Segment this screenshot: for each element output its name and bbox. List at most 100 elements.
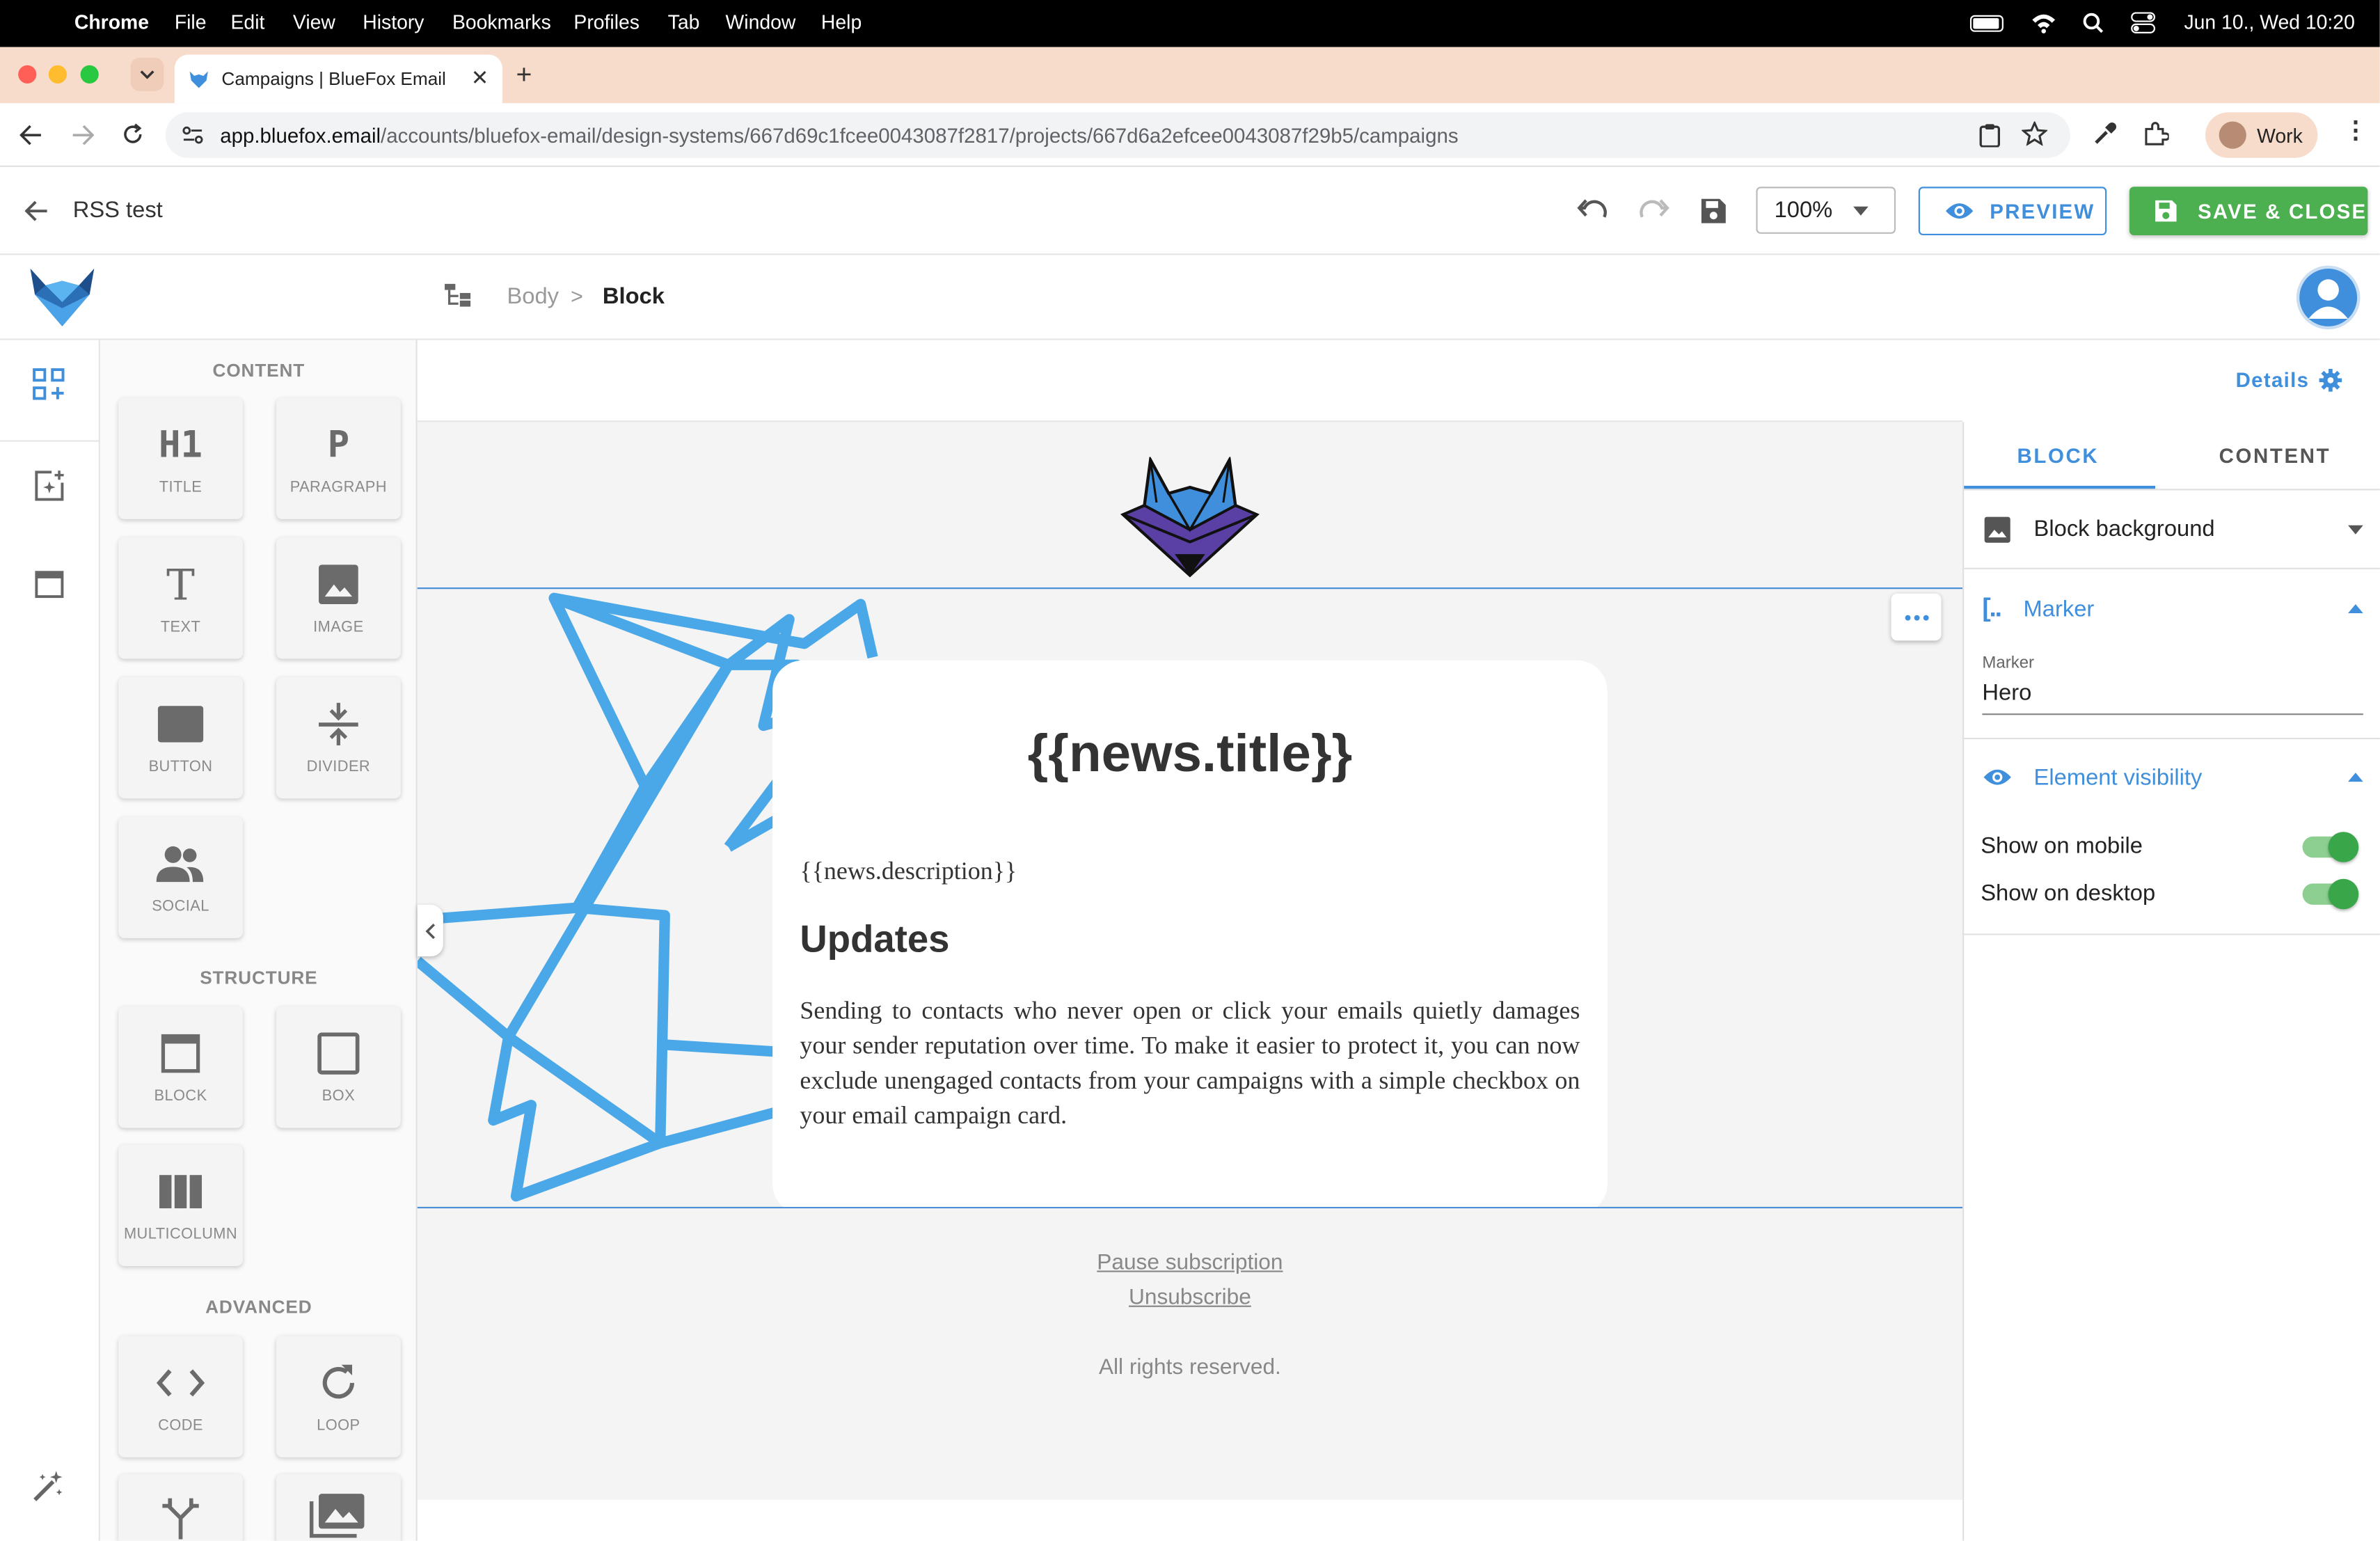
palette-block[interactable]: BLOCK <box>118 1006 243 1128</box>
bluefox-logo-icon[interactable] <box>27 266 97 330</box>
wifi-icon[interactable] <box>2031 12 2056 33</box>
box-icon <box>276 1031 401 1076</box>
save-and-close-button[interactable]: SAVE & CLOSE <box>2129 187 2368 236</box>
extensions-icon[interactable] <box>2143 121 2169 147</box>
palette-loop[interactable]: LOOP <box>276 1336 401 1457</box>
block-more-actions-button[interactable] <box>1891 593 1942 641</box>
palette-branch[interactable] <box>118 1473 243 1541</box>
tab-search-button[interactable] <box>130 57 164 91</box>
preview-button[interactable]: PREVIEW <box>1918 187 2107 236</box>
palette-social[interactable]: SOCIAL <box>118 816 243 938</box>
hero-block-selected[interactable]: {{news.title}} {{news.description}} Upda… <box>417 587 1963 1209</box>
news-description-placeholder[interactable]: {{news.description}} <box>800 856 1017 887</box>
tab-close-icon[interactable]: ✕ <box>471 65 489 91</box>
address-bar[interactable]: app.bluefox.email/accounts/bluefox-email… <box>165 112 2070 158</box>
menu-bookmarks[interactable]: Bookmarks <box>452 10 551 33</box>
content-section-title: CONTENT <box>212 359 306 381</box>
hero-content-card[interactable]: {{news.title}} {{news.description}} Upda… <box>772 660 1608 1207</box>
bookmark-star-icon[interactable] <box>2022 121 2048 146</box>
element-visibility-accordion[interactable]: Element visibility <box>1964 739 2380 815</box>
back-arrow-icon[interactable] <box>24 200 49 222</box>
magic-wand-icon[interactable] <box>32 1469 65 1503</box>
pause-subscription-link[interactable]: Pause subscription <box>418 1251 1962 1275</box>
menu-app-name[interactable]: Chrome <box>74 10 149 33</box>
palette-text-label: TEXT <box>160 619 201 636</box>
add-elements-icon[interactable] <box>32 368 65 401</box>
window-zoom-button[interactable] <box>80 65 99 84</box>
breadcrumb-body[interactable]: Body <box>507 284 559 310</box>
menu-file[interactable]: File <box>175 10 207 33</box>
site-info-icon[interactable] <box>182 126 204 144</box>
visibility-section-label: Element visibility <box>2033 764 2203 791</box>
unsubscribe-link[interactable]: Unsubscribe <box>418 1286 1962 1310</box>
undo-icon[interactable] <box>1577 198 1608 223</box>
reload-icon[interactable] <box>121 123 144 146</box>
template-frame-icon[interactable] <box>35 571 64 599</box>
editor-subheader <box>0 255 2380 340</box>
control-center-icon[interactable] <box>2131 12 2156 33</box>
saved-blocks-icon[interactable] <box>33 469 65 503</box>
menu-view[interactable]: View <box>293 10 335 33</box>
user-avatar[interactable] <box>2296 265 2361 330</box>
caret-up-icon <box>2348 773 2363 782</box>
palette-title[interactable]: H1 TITLE <box>118 397 243 519</box>
back-arrow-icon[interactable] <box>19 125 42 146</box>
menu-window[interactable]: Window <box>726 10 796 33</box>
bluefox-favicon-icon <box>189 70 208 88</box>
menu-edit[interactable]: Edit <box>231 10 265 33</box>
details-button[interactable]: Details <box>2236 368 2343 392</box>
palette-text[interactable]: T TEXT <box>118 537 243 659</box>
show-on-mobile-toggle[interactable] <box>2302 832 2359 862</box>
marker-accordion[interactable]: [.. Marker <box>1964 571 2380 647</box>
palette-button[interactable]: BUTTON <box>118 677 243 799</box>
save-icon[interactable] <box>1700 198 1727 225</box>
zoom-select[interactable]: 100% <box>1756 187 1896 234</box>
canvas-toolbar <box>417 340 1963 422</box>
clipboard-icon[interactable] <box>1979 123 2001 148</box>
palette-multicolumn[interactable]: MULTICOLUMN <box>118 1144 243 1266</box>
dropdown-arrow-icon <box>1853 206 1869 216</box>
inspector-panel: BLOCK CONTENT Block background [.. Marke… <box>1962 422 2380 1541</box>
palette-box-label: BOX <box>322 1088 356 1105</box>
collapse-palette-button[interactable] <box>417 904 443 957</box>
palette-paragraph[interactable]: P PARAGRAPH <box>276 397 401 519</box>
layer-tree-icon[interactable] <box>443 283 472 310</box>
palette-social-label: SOCIAL <box>152 899 209 916</box>
menubar-clock[interactable]: Jun 10., Wed 10:20 <box>2184 10 2354 33</box>
palette-box[interactable]: BOX <box>276 1006 401 1128</box>
new-tab-button[interactable]: + <box>516 59 532 91</box>
breadcrumb-block: Block <box>602 283 665 310</box>
window-minimize-button[interactable] <box>48 65 67 84</box>
redo-icon[interactable] <box>1639 198 1669 223</box>
menu-profiles[interactable]: Profiles <box>573 10 640 33</box>
browser-tab-active[interactable]: Campaigns | BlueFox Email ✕ <box>174 54 502 104</box>
image-icon <box>276 562 401 607</box>
save-close-label: SAVE & CLOSE <box>2198 199 2367 223</box>
window-close-button[interactable] <box>18 65 37 84</box>
block-background-accordion[interactable]: Block background <box>1964 490 2380 569</box>
palette-gallery[interactable] <box>276 1473 401 1541</box>
block-background-label: Block background <box>2033 516 2215 542</box>
menu-help[interactable]: Help <box>821 10 862 33</box>
battery-icon[interactable] <box>1969 15 2004 32</box>
updates-body-text[interactable]: Sending to contacts who never open or cl… <box>800 993 1580 1132</box>
browser-menu-icon[interactable]: ⋮ <box>2343 119 2367 144</box>
menu-tab[interactable]: Tab <box>668 10 700 33</box>
show-on-desktop-toggle[interactable] <box>2302 878 2359 910</box>
forward-arrow-icon[interactable] <box>72 125 95 146</box>
updates-heading[interactable]: Updates <box>800 919 949 963</box>
spotlight-search-icon[interactable] <box>2082 12 2104 33</box>
email-logo-icon[interactable] <box>1120 457 1260 578</box>
palette-divider[interactable]: DIVIDER <box>276 677 401 799</box>
news-title-placeholder[interactable]: {{news.title}} <box>772 724 1608 784</box>
profile-chip[interactable]: Work <box>2205 112 2318 158</box>
palette-code[interactable]: CODE <box>118 1336 243 1457</box>
eyedropper-icon[interactable] <box>2091 121 2117 147</box>
divider-icon <box>276 702 401 747</box>
marker-bracket-icon: [.. <box>1982 593 2002 623</box>
palette-image[interactable]: IMAGE <box>276 537 401 659</box>
tab-block[interactable]: BLOCK <box>2017 445 2100 468</box>
tab-content[interactable]: CONTENT <box>2219 445 2331 468</box>
menu-history[interactable]: History <box>363 10 424 33</box>
marker-input[interactable]: Hero <box>1982 680 2363 716</box>
